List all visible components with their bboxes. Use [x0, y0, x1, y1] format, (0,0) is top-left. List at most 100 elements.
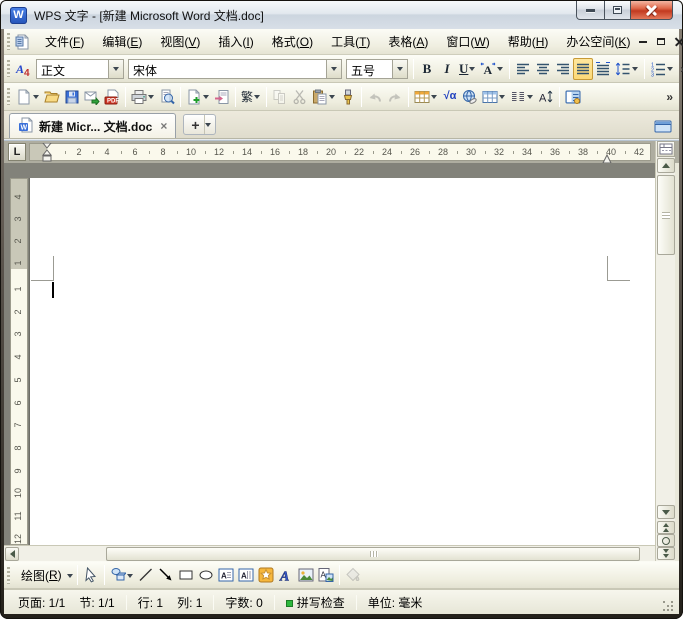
indent-marker[interactable]: [41, 142, 53, 163]
page-break-button[interactable]: [212, 86, 232, 108]
scroll-down-button[interactable]: [657, 505, 675, 519]
draw-menu-button[interactable]: 绘图(R): [14, 564, 66, 586]
insert-picture-button[interactable]: [296, 564, 316, 586]
insert-table-button[interactable]: [412, 86, 440, 108]
toolbar-grip[interactable]: [7, 566, 10, 584]
document-page[interactable]: [30, 178, 655, 545]
table-grid-button-dropdown[interactable]: [498, 87, 506, 107]
insert-page-button-dropdown[interactable]: [202, 87, 210, 107]
document-tab[interactable]: W 新建 Micr... 文档.doc ×: [9, 113, 177, 138]
menu-item-k[interactable]: 办公空间(K): [557, 29, 639, 54]
paste-button-dropdown[interactable]: [328, 87, 336, 107]
line-spacing-button[interactable]: [613, 58, 641, 80]
convert-traditional-button-dropdown[interactable]: [253, 87, 261, 107]
columns-button[interactable]: [508, 86, 536, 108]
numbering-button-dropdown[interactable]: [666, 59, 674, 79]
vertical-text-box-button[interactable]: A: [236, 564, 256, 586]
new-document-button[interactable]: [14, 86, 42, 108]
font-combo[interactable]: 宋体: [128, 58, 342, 79]
resize-grip[interactable]: [663, 601, 675, 613]
numbering-button[interactable]: 123: [648, 58, 676, 80]
hyperlink-button[interactable]: [460, 86, 480, 108]
next-page-button[interactable]: [657, 547, 675, 560]
menu-item-i[interactable]: 插入(I): [209, 29, 262, 54]
insert-page-button[interactable]: [184, 86, 212, 108]
save-button[interactable]: [62, 86, 82, 108]
text-direction-button[interactable]: A: [536, 86, 556, 108]
autoshapes-button-dropdown[interactable]: [126, 565, 134, 585]
italic-button[interactable]: I: [437, 58, 457, 80]
table-grid-button[interactable]: [480, 86, 508, 108]
rectangle-button[interactable]: [176, 564, 196, 586]
format-more-button[interactable]: »: [676, 60, 683, 78]
menu-item-e[interactable]: 编辑(E): [93, 29, 151, 54]
oval-button[interactable]: [196, 564, 216, 586]
select-object-button[interactable]: [81, 564, 101, 586]
align-right-button[interactable]: [553, 58, 573, 80]
minimize-button[interactable]: [576, 1, 605, 20]
toolbar-grip[interactable]: [7, 33, 10, 50]
align-center-button[interactable]: [533, 58, 553, 80]
vertical-scroll-thumb[interactable]: [657, 175, 675, 255]
character-scale-button-dropdown[interactable]: [496, 59, 504, 79]
document-workspace[interactable]: 4 3 2 1 1 2 3 4 5 6 7 8 9 10 11 12: [4, 163, 655, 545]
menu-item-f[interactable]: 文件(F): [36, 29, 93, 54]
size-combo[interactable]: 五号: [346, 58, 408, 79]
autoshapes-button[interactable]: [108, 564, 136, 586]
mdi-minimize-button[interactable]: [639, 40, 648, 43]
toolbar-grip[interactable]: [7, 88, 10, 105]
new-tab-button[interactable]: +: [183, 114, 216, 135]
tab-layout-icon[interactable]: [654, 119, 672, 133]
wordart-button[interactable]: A: [276, 564, 296, 586]
show-ruler-toggle[interactable]: [657, 141, 675, 157]
formula-button[interactable]: √α: [440, 86, 460, 108]
horizontal-scroll-thumb[interactable]: [106, 547, 640, 561]
select-browse-object-button[interactable]: [657, 534, 675, 547]
underline-button[interactable]: U: [457, 58, 478, 80]
print-preview-button[interactable]: [157, 86, 177, 108]
insert-table-button-dropdown[interactable]: [430, 87, 438, 107]
style-combo[interactable]: 正文: [36, 58, 124, 79]
arrow-button[interactable]: [156, 564, 176, 586]
restore-button[interactable]: [604, 1, 631, 20]
new-document-button-dropdown[interactable]: [32, 87, 40, 107]
mdi-restore-button[interactable]: [657, 38, 666, 45]
scroll-left-button[interactable]: [5, 547, 19, 561]
justify-button[interactable]: [573, 57, 594, 80]
horizontal-ruler[interactable]: 2 4 6 8 10 12 14 16 18 20 22 24 26 28 30 32 34 36 38 40 42: [29, 142, 651, 164]
underline-button-dropdown[interactable]: [468, 59, 476, 79]
mdi-close-button[interactable]: [675, 37, 683, 46]
standard-more-button[interactable]: »: [662, 88, 677, 106]
bold-button[interactable]: B: [417, 58, 437, 80]
style-combo-dropdown[interactable]: [108, 59, 123, 78]
character-scale-button[interactable]: A: [478, 58, 506, 80]
insert-wordart-button[interactable]: [256, 564, 276, 586]
convert-traditional-button[interactable]: 繁: [239, 86, 263, 108]
tab-stop-selector[interactable]: L: [8, 143, 26, 161]
tab-close-icon[interactable]: ×: [160, 119, 167, 133]
scroll-up-button[interactable]: [657, 158, 675, 173]
open-button[interactable]: [42, 86, 62, 108]
menu-item-v[interactable]: 视图(V): [151, 29, 209, 54]
insert-clipart-button[interactable]: A: [316, 564, 336, 586]
text-box-button[interactable]: A: [216, 564, 236, 586]
print-button-dropdown[interactable]: [147, 87, 155, 107]
document-map-button[interactable]: [563, 86, 583, 108]
columns-button-dropdown[interactable]: [526, 87, 534, 107]
new-tab-dropdown[interactable]: [203, 115, 212, 134]
menu-item-w[interactable]: 窗口(W): [437, 29, 498, 54]
previous-page-button[interactable]: [657, 521, 675, 534]
export-pdf-button[interactable]: PDF: [102, 86, 122, 108]
menu-item-o[interactable]: 格式(O): [263, 29, 322, 54]
format-painter-button[interactable]: [338, 86, 358, 108]
menu-item-h[interactable]: 帮助(H): [499, 29, 558, 54]
distribute-button[interactable]: [593, 58, 613, 80]
print-button[interactable]: [129, 86, 157, 108]
menu-item-t[interactable]: 工具(T): [322, 29, 379, 54]
close-button[interactable]: [630, 1, 673, 20]
vertical-scrollbar[interactable]: [655, 141, 675, 561]
line-button[interactable]: [136, 564, 156, 586]
spell-check-indicator[interactable]: 拼写检查: [285, 594, 345, 611]
align-left-button[interactable]: [513, 58, 533, 80]
draw-menu-dropdown[interactable]: [66, 562, 74, 588]
